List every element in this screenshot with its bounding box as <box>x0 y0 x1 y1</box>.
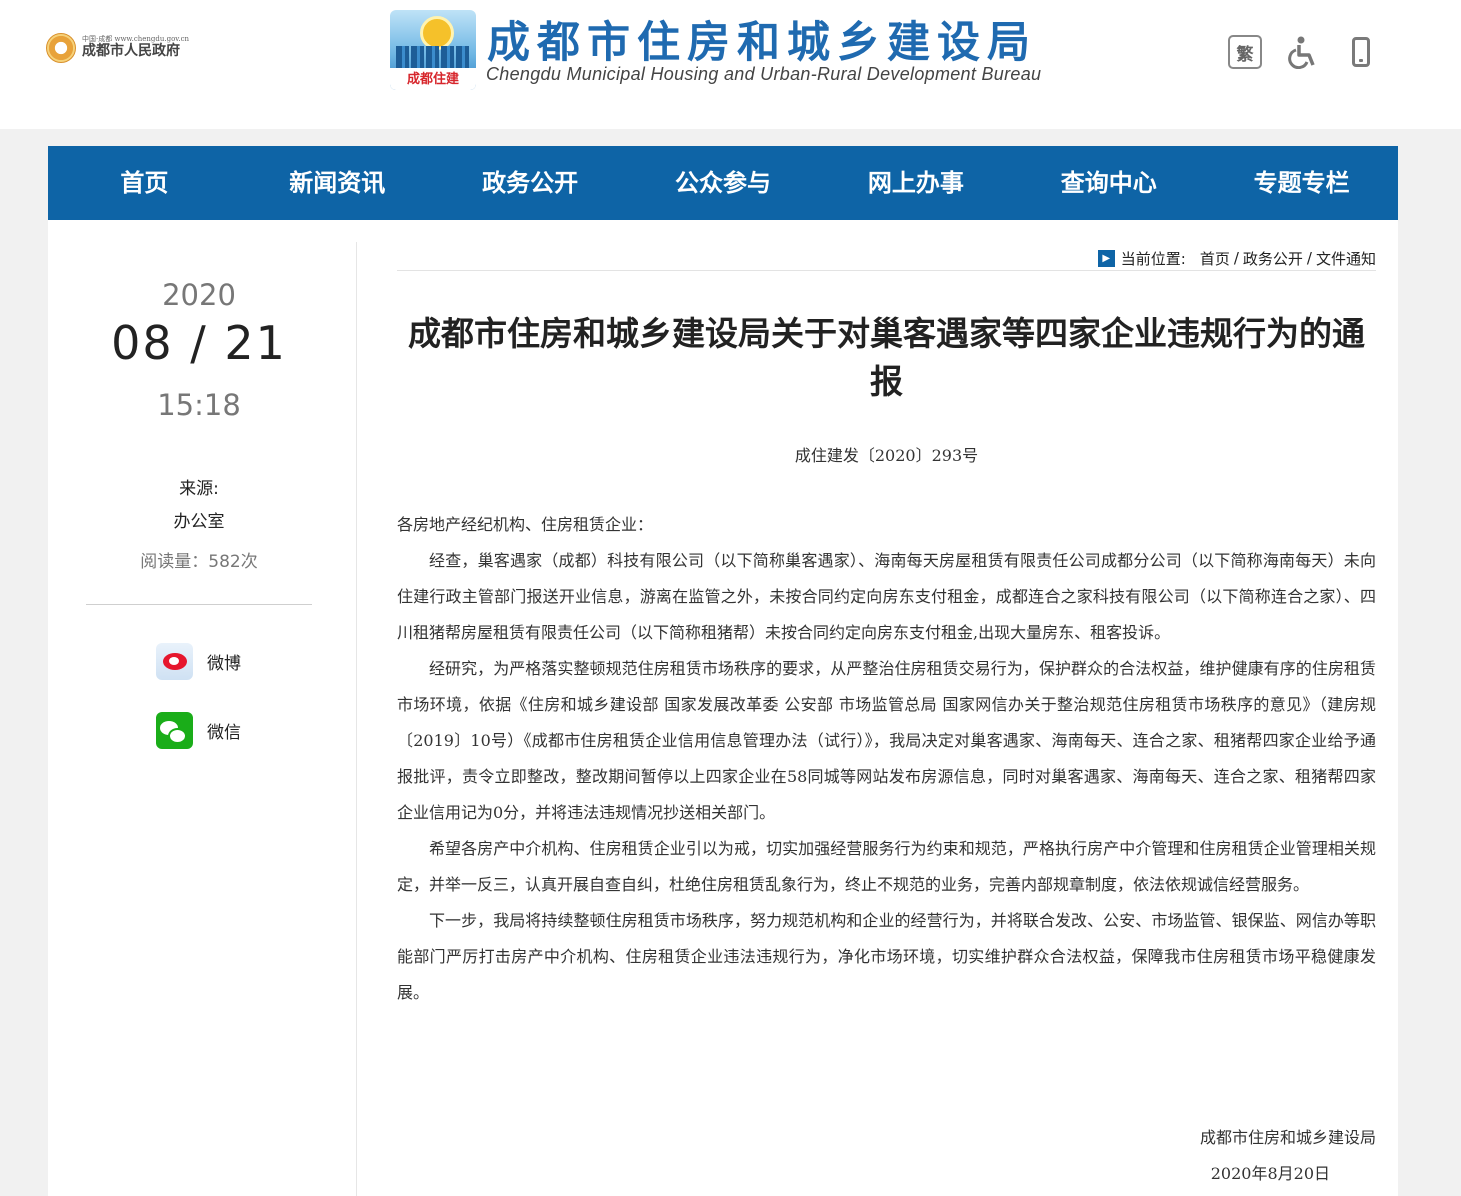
site-title: 成都市住房和城乡建设局 <box>487 19 1037 67</box>
nav-item-special-topics[interactable]: 专题专栏 <box>1205 146 1398 220</box>
content-area: 2020 08 / 21 15:18 来源: 办公室 阅读量：582次 微博 微… <box>48 220 1398 1196</box>
salutation: 各房地产经纪机构、住房租赁企业： <box>397 515 654 534</box>
nav-item-gov-affairs[interactable]: 政务公开 <box>434 146 627 220</box>
share-wechat-button[interactable]: 微信 <box>156 712 241 749</box>
bureau-logo[interactable]: 成都住建 <box>390 10 476 90</box>
breadcrumb-gov-affairs[interactable]: 政务公开 <box>1243 248 1303 269</box>
breadcrumb-divider <box>397 270 1376 271</box>
share-weibo-label: 微博 <box>207 654 241 674</box>
site-header: 中国·成都 www.chengdu.gov.cn 成都市人民政府 成都住建 成都… <box>0 0 1461 129</box>
signature-date: 2020年8月20日 <box>1210 1164 1330 1183</box>
wheelchair-icon[interactable] <box>1285 35 1319 69</box>
breadcrumb-label: 当前位置: <box>1120 249 1186 268</box>
chengdu-gov-logo[interactable]: 中国·成都 www.chengdu.gov.cn 成都市人民政府 <box>46 33 189 63</box>
publish-date: 08 / 21 <box>111 316 287 370</box>
share-wechat-label: 微信 <box>207 723 241 743</box>
article-title: 成都市住房和城乡建设局关于对巢客遇家等四家企业违规行为的通报 <box>408 314 1365 401</box>
source-label: 来源: <box>179 479 219 499</box>
site-title-en: Chengdu Municipal Housing and Urban-Rura… <box>486 64 1042 84</box>
article-paragraph: 经研究，为严格落实整顿规范住房租赁市场秩序的要求，从严整治住房租赁交易行为，保护… <box>397 659 1376 822</box>
nav-item-public-participation[interactable]: 公众参与 <box>627 146 820 220</box>
weibo-icon <box>156 643 193 680</box>
breadcrumb-separator: / <box>1233 249 1239 267</box>
main-nav: 首页 新闻资讯 政务公开 公众参与 网上办事 查询中心 专题专栏 <box>48 146 1398 220</box>
article-paragraph: 经查，巢客遇家（成都）科技有限公司（以下简称巢客遇家）、海南每天房屋租赁有限责任… <box>397 551 1376 642</box>
signature-org: 成都市住房和城乡建设局 <box>1199 1128 1376 1147</box>
publish-time: 15:18 <box>157 388 241 422</box>
signature-block: 成都市住房和城乡建设局 2020年8月20日 <box>1076 1120 1376 1192</box>
article-meta-sidebar: 2020 08 / 21 15:18 来源: 办公室 阅读量：582次 微博 微… <box>48 242 357 1196</box>
nav-item-home[interactable]: 首页 <box>48 146 241 220</box>
breadcrumb-home[interactable]: 首页 <box>1200 248 1230 269</box>
breadcrumb-separator: / <box>1306 249 1312 267</box>
publish-year: 2020 <box>162 278 236 312</box>
wechat-icon <box>156 712 193 749</box>
read-count: 阅读量：582次 <box>140 552 258 572</box>
nav-item-online-services[interactable]: 网上办事 <box>819 146 1012 220</box>
sidebar-divider <box>86 604 312 605</box>
article-paragraph: 希望各房产中介机构、住房租赁企业引以为戒，切实加强经营服务行为约束和规范，严格执… <box>397 839 1376 894</box>
gov-name: 成都市人民政府 <box>82 43 180 60</box>
nav-item-query-center[interactable]: 查询中心 <box>1012 146 1205 220</box>
breadcrumb: ▶ 当前位置: 首页 / 政务公开 / 文件通知 <box>1097 247 1376 269</box>
traditional-chinese-button[interactable]: 繁 <box>1228 35 1262 69</box>
article-main: ▶ 当前位置: 首页 / 政务公开 / 文件通知 成都市住房和城乡建设局关于对巢… <box>397 220 1376 1196</box>
document-number: 成住建发〔2020〕293号 <box>794 446 979 465</box>
play-arrow-icon: ▶ <box>1097 249 1115 267</box>
article-paragraph: 下一步，我局将持续整顿住房租赁市场秩序，努力规范机构和企业的经营行为，并将联合发… <box>397 911 1376 1002</box>
gov-emblem-icon <box>46 33 76 63</box>
breadcrumb-notices[interactable]: 文件通知 <box>1316 248 1376 269</box>
nav-item-news[interactable]: 新闻资讯 <box>241 146 434 220</box>
mobile-phone-icon[interactable] <box>1344 35 1378 69</box>
article-body: 各房地产经纪机构、住房租赁企业： 经查，巢客遇家（成都）科技有限公司（以下简称巢… <box>397 507 1376 1011</box>
source-value: 办公室 <box>173 512 225 532</box>
logo-plate-text: 成都住建 <box>406 71 459 86</box>
share-weibo-button[interactable]: 微博 <box>156 643 241 680</box>
